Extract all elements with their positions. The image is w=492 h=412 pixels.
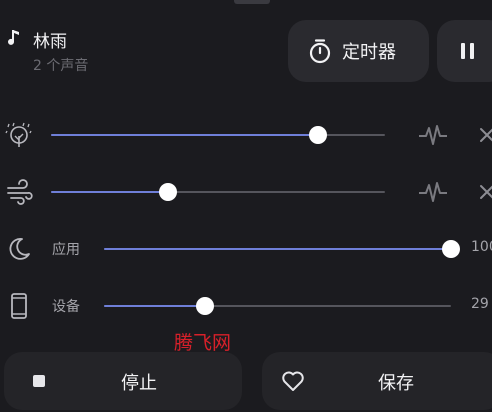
slider-thumb[interactable] xyxy=(158,183,177,201)
volume-slider[interactable] xyxy=(51,183,385,201)
wind-icon xyxy=(7,179,33,205)
save-label: 保存 xyxy=(378,373,414,394)
sound-row xyxy=(0,115,492,155)
heart-icon xyxy=(282,371,304,391)
sound-row xyxy=(0,172,492,212)
device-volume-label: 设备 xyxy=(52,299,80,315)
mix-title: 林雨 xyxy=(33,32,67,52)
slider-thumb[interactable] xyxy=(195,297,214,315)
slider-thumb[interactable] xyxy=(442,240,460,258)
timer-label: 定时器 xyxy=(342,42,396,63)
device-volume-row: 设备 29 xyxy=(0,286,492,326)
slider-fill xyxy=(51,134,319,136)
device-volume-value: 29 xyxy=(471,296,489,312)
slider-thumb[interactable] xyxy=(309,126,328,144)
sound-count: 2 个声音 xyxy=(33,58,89,74)
tree-rain-icon xyxy=(5,122,32,147)
app-volume-slider[interactable] xyxy=(104,240,460,258)
slider-fill xyxy=(104,248,451,250)
stop-button[interactable]: 停止 xyxy=(4,352,242,410)
app-volume-label: 应用 xyxy=(52,242,80,258)
app-volume-value: 100 xyxy=(471,239,492,255)
watermark: 腾飞网 xyxy=(174,332,232,354)
moon-icon xyxy=(9,238,30,260)
phone-icon xyxy=(11,293,27,319)
slider-fill xyxy=(104,305,205,307)
slider-fill xyxy=(51,191,168,193)
save-button[interactable]: 保存 xyxy=(262,352,492,410)
timer-button[interactable]: 定时器 xyxy=(288,20,429,82)
header: 林雨 2 个声音 定时器 xyxy=(0,0,492,110)
volume-slider[interactable] xyxy=(51,126,385,144)
remove-sound-icon[interactable] xyxy=(478,126,492,144)
app-volume-row: 应用 100 xyxy=(0,229,492,269)
remove-sound-icon[interactable] xyxy=(478,183,492,201)
device-volume-slider[interactable] xyxy=(104,297,451,315)
waveform-icon[interactable] xyxy=(417,180,449,204)
stopwatch-icon xyxy=(309,39,331,64)
stop-icon xyxy=(33,375,45,387)
stop-label: 停止 xyxy=(121,373,157,394)
waveform-icon[interactable] xyxy=(417,123,449,147)
music-note-icon xyxy=(8,30,19,45)
pause-button[interactable] xyxy=(437,20,492,82)
